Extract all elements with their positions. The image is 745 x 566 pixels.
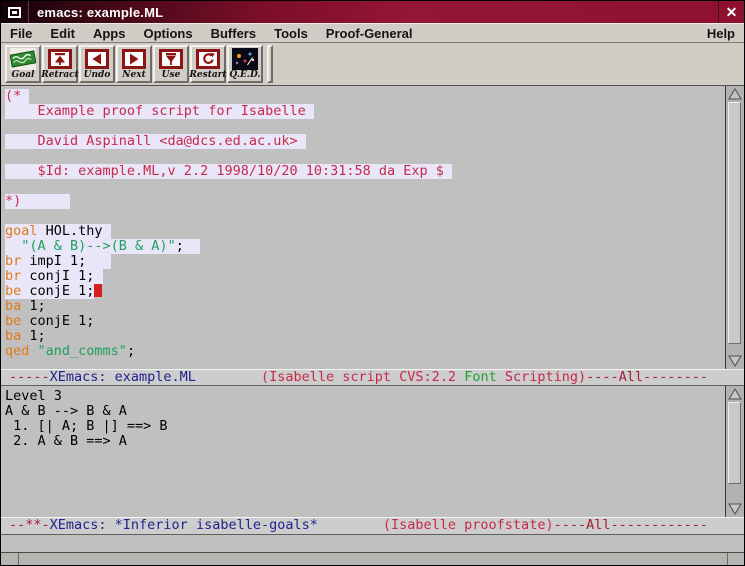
modeline-script: -----XEmacs: example.ML (Isabelle script… xyxy=(1,369,744,386)
close-icon: ✕ xyxy=(726,4,738,21)
script-scrollbar[interactable] xyxy=(725,86,744,369)
use-button[interactable]: Use xyxy=(153,45,189,83)
modeline-segment: XEmacs: example.ML xyxy=(50,369,196,385)
tool-button-label: Next xyxy=(122,70,145,81)
undo-button[interactable]: Undo xyxy=(79,45,115,83)
buffer-line: br conjI 1; xyxy=(5,269,725,284)
echo-area[interactable] xyxy=(1,535,744,552)
menu-item-apps[interactable]: Apps xyxy=(84,26,135,41)
qed-button[interactable]: Q.E.D. xyxy=(227,45,263,83)
retract-icon xyxy=(47,48,73,70)
modeline-segment: Scripting) xyxy=(497,369,586,385)
modeline-segment: XEmacs: *Inferior isabelle-goals* xyxy=(50,517,318,533)
retract-button[interactable]: Retract xyxy=(42,45,78,83)
buffer-line: be conjE 1; xyxy=(5,314,725,329)
goals-scrollbar[interactable] xyxy=(725,386,744,517)
bottom-border xyxy=(1,552,744,565)
toolbar: Goal Retract Undo Next Use Restart Q.E.D… xyxy=(1,43,744,86)
modeline-segment: ----All-------- xyxy=(586,369,708,385)
xemacs-window: emacs: example.ML ✕ FileEditAppsOptionsB… xyxy=(0,0,745,566)
buffer-line: br impI 1; xyxy=(5,254,725,269)
qed-icon xyxy=(232,48,258,70)
window-title: emacs: example.ML xyxy=(29,5,718,20)
scrollbar-thumb[interactable] xyxy=(728,402,741,484)
menu-bar: FileEditAppsOptionsBuffersToolsProof-Gen… xyxy=(1,23,744,43)
window-menu-button[interactable] xyxy=(1,1,29,23)
window-menu-icon xyxy=(8,7,21,18)
scrollbar-down-arrow[interactable] xyxy=(727,502,743,516)
buffer-line xyxy=(5,209,725,224)
next-icon xyxy=(121,48,147,70)
buffer-line: goal HOL.thy xyxy=(5,224,725,239)
script-buffer[interactable]: (* Example proof script for Isabelle Dav… xyxy=(1,86,744,369)
modeline-segment: ----All------------ xyxy=(554,517,708,533)
modeline-goals: --**-XEmacs: *Inferior isabelle-goals* (… xyxy=(1,517,744,535)
restart-button[interactable]: Restart xyxy=(190,45,226,83)
title-bar[interactable]: emacs: example.ML ✕ xyxy=(1,1,744,23)
modeline-segment: Font xyxy=(464,369,497,385)
bottom-left-handle[interactable] xyxy=(1,553,19,565)
buffer-line: (* xyxy=(5,89,725,104)
close-button[interactable]: ✕ xyxy=(718,1,744,23)
menu-item-help[interactable]: Help xyxy=(698,26,744,41)
buffer-line: 1. [| A; B |] ==> B xyxy=(5,419,725,434)
tool-button-label: Retract xyxy=(41,70,79,81)
buffer-line xyxy=(5,119,725,134)
scrollbar-thumb[interactable] xyxy=(728,102,741,344)
buffer-line: 2. A & B ==> A xyxy=(5,434,725,449)
scrollbar-up-arrow[interactable] xyxy=(727,87,743,101)
script-text-area[interactable]: (* Example proof script for Isabelle Dav… xyxy=(1,86,725,369)
restart-icon xyxy=(195,48,221,70)
bottom-right-handle[interactable] xyxy=(727,553,744,565)
buffer-line: be conjE 1; xyxy=(5,284,725,299)
next-button[interactable]: Next xyxy=(116,45,152,83)
menu-item-proof-general[interactable]: Proof-General xyxy=(317,26,422,41)
tool-button-label: Q.E.D. xyxy=(229,70,260,81)
tool-button-label: Goal xyxy=(12,70,35,81)
menu-item-file[interactable]: File xyxy=(1,26,41,41)
buffer-line xyxy=(5,179,725,194)
modeline-segment: (Isabelle script CVS:2.2 xyxy=(261,369,464,385)
buffer-line: ba 1; xyxy=(5,329,725,344)
scrollbar-up-arrow[interactable] xyxy=(727,387,743,401)
modeline-segment: ----- xyxy=(9,369,50,385)
goal-icon xyxy=(10,48,36,70)
modeline-segment: --**- xyxy=(9,517,50,533)
menu-item-buffers[interactable]: Buffers xyxy=(202,26,266,41)
menu-item-options[interactable]: Options xyxy=(134,26,201,41)
use-icon xyxy=(158,48,184,70)
buffer-line: Level 3 xyxy=(5,389,725,404)
buffer-line: David Aspinall <da@dcs.ed.ac.uk> xyxy=(5,134,725,149)
modeline-segment xyxy=(318,517,383,533)
modeline-segment xyxy=(196,369,261,385)
buffer-line: $Id: example.ML,v 2.2 1998/10/20 10:31:5… xyxy=(5,164,725,179)
buffer-line: qed "and_comms"; xyxy=(5,344,725,359)
menu-item-edit[interactable]: Edit xyxy=(41,26,84,41)
buffer-line: "(A & B)-->(B & A)"; xyxy=(5,239,725,254)
toolbar-divider xyxy=(267,45,273,83)
tool-button-label: Undo xyxy=(84,70,111,81)
buffer-line: *) xyxy=(5,194,725,209)
undo-icon xyxy=(84,48,110,70)
menu-item-tools[interactable]: Tools xyxy=(265,26,317,41)
goals-buffer[interactable]: Level 3A & B --> B & A 1. [| A; B |] ==>… xyxy=(1,386,744,517)
scrollbar-down-arrow[interactable] xyxy=(727,354,743,368)
bottom-middle xyxy=(19,553,727,565)
tool-button-label: Use xyxy=(162,70,181,81)
tool-button-label: Restart xyxy=(189,70,226,81)
goal-button[interactable]: Goal xyxy=(5,45,41,83)
buffer-line: Example proof script for Isabelle xyxy=(5,104,725,119)
buffer-line: A & B --> B & A xyxy=(5,404,725,419)
buffer-line: ba 1; xyxy=(5,299,725,314)
buffer-line xyxy=(5,149,725,164)
modeline-segment: (Isabelle proofstate) xyxy=(383,517,554,533)
text-cursor xyxy=(94,284,102,297)
goals-text-area[interactable]: Level 3A & B --> B & A 1. [| A; B |] ==>… xyxy=(1,386,725,517)
